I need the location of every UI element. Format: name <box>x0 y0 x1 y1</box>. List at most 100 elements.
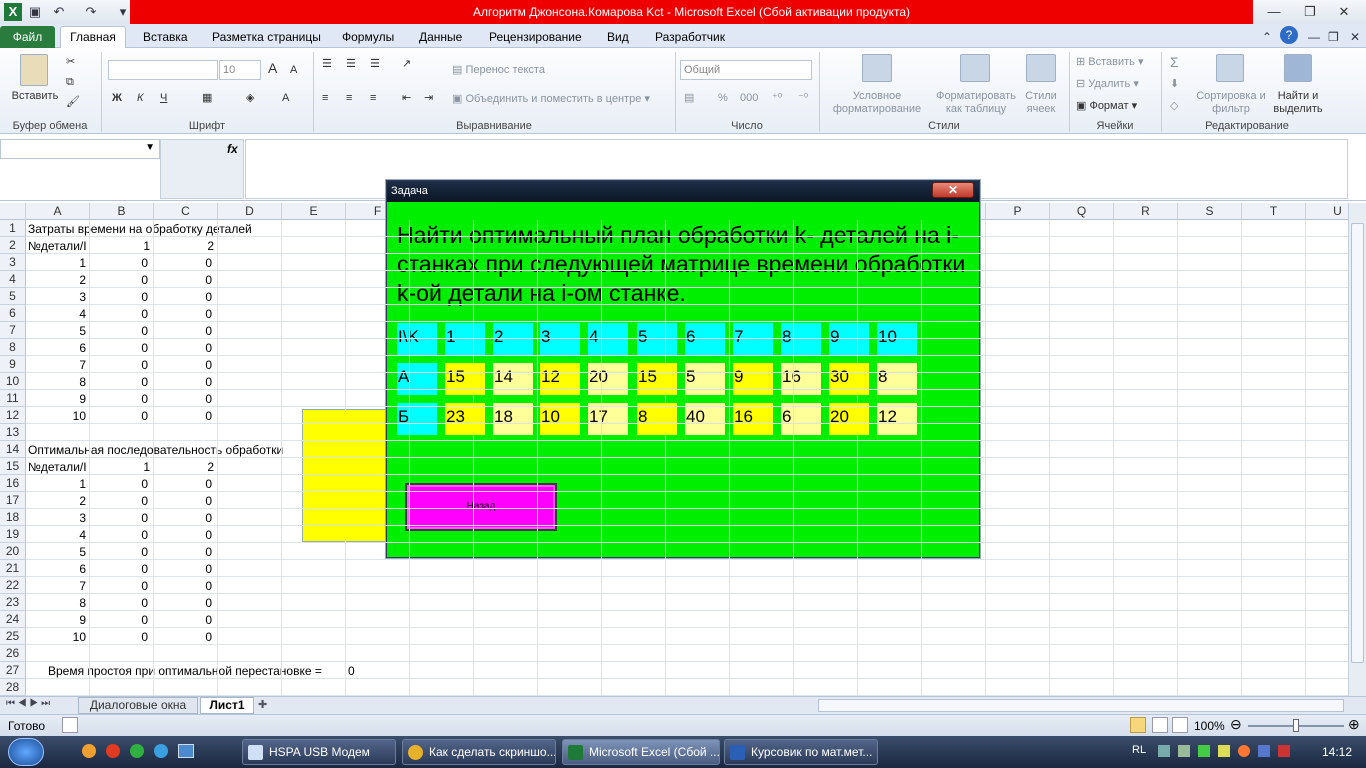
tray-volume-icon[interactable] <box>1178 745 1190 757</box>
bold-button[interactable]: Ж <box>112 92 122 105</box>
page-layout-view-icon[interactable] <box>1152 717 1168 733</box>
sheet-tab-dialogs[interactable]: Диалоговые окна <box>78 697 198 714</box>
row-header-3[interactable]: 3 <box>0 254 26 271</box>
orientation-icon[interactable]: ↗ <box>402 58 411 71</box>
percent-button[interactable]: % <box>718 92 728 105</box>
help-icon[interactable]: ? <box>1280 26 1298 44</box>
new-sheet-icon[interactable]: ✚ <box>258 698 267 711</box>
tab-page-layout[interactable]: Разметка страницы <box>208 27 325 48</box>
align-bottom-icon[interactable]: ☰ <box>370 58 380 71</box>
chevron-down-icon[interactable]: ▼ <box>145 142 155 153</box>
conditional-format-icon[interactable] <box>862 54 892 82</box>
restore-icon[interactable]: ❐ <box>1296 2 1324 22</box>
row-header-17[interactable]: 17 <box>0 492 26 509</box>
doc-restore-icon[interactable]: ❐ <box>1324 27 1343 48</box>
doc-minimize-icon[interactable]: — <box>1304 27 1324 48</box>
cell-styles-icon[interactable] <box>1026 54 1056 82</box>
align-right-icon[interactable]: ≡ <box>370 92 376 105</box>
row-header-18[interactable]: 18 <box>0 509 26 526</box>
tray-download-icon[interactable] <box>1198 745 1210 757</box>
clear-icon[interactable]: ◇ <box>1170 100 1178 113</box>
zoom-slider-thumb[interactable] <box>1293 719 1299 732</box>
row-header-23[interactable]: 23 <box>0 594 26 611</box>
row-header-21[interactable]: 21 <box>0 560 26 577</box>
row-header-8[interactable]: 8 <box>0 339 26 356</box>
row-header-2[interactable]: 2 <box>0 237 26 254</box>
taskbar-item-chrome[interactable]: Как сделать скриншо... <box>402 739 556 765</box>
wrap-text-button[interactable]: ▤ Перенос текста <box>452 64 545 77</box>
number-format-box[interactable]: Общий <box>680 60 812 80</box>
fill-icon[interactable]: ⬇ <box>1170 78 1179 91</box>
taskbar-item-excel[interactable]: Microsoft Excel (Сбой ... <box>562 739 720 765</box>
tab-data[interactable]: Данные <box>415 27 466 48</box>
quicklaunch-1-icon[interactable] <box>82 744 96 758</box>
paste-icon[interactable] <box>20 54 48 86</box>
quicklaunch-4-icon[interactable] <box>154 744 168 758</box>
format-painter-icon[interactable]: 🖌 <box>66 96 80 109</box>
increase-decimal-icon[interactable]: ⁺⁰ <box>772 92 782 105</box>
row-header-10[interactable]: 10 <box>0 373 26 390</box>
underline-button[interactable]: Ч <box>160 92 167 105</box>
close-window-icon[interactable]: ✕ <box>1330 2 1358 22</box>
row-header-12[interactable]: 12 <box>0 407 26 424</box>
shrink-font-icon[interactable]: A <box>290 64 297 77</box>
row-header-25[interactable]: 25 <box>0 628 26 645</box>
fill-color-icon[interactable]: ◈ <box>246 92 254 105</box>
grow-font-icon[interactable]: A <box>268 61 277 75</box>
font-name-box[interactable] <box>108 60 218 80</box>
undo-icon[interactable]: ↶ <box>50 3 68 21</box>
tab-developer[interactable]: Разработчик <box>651 27 729 48</box>
row-header-13[interactable]: 13 <box>0 424 26 441</box>
format-table-icon[interactable] <box>960 54 990 82</box>
tab-file[interactable]: Файл <box>0 26 55 48</box>
redo-icon[interactable]: ↷ <box>82 3 100 21</box>
find-select-button[interactable]: Найти и выделить <box>1266 90 1330 116</box>
save-icon[interactable]: ▣ <box>26 3 44 21</box>
yellow-shape[interactable] <box>302 409 392 542</box>
column-header-t[interactable]: T <box>1242 203 1306 220</box>
quicklaunch-2-icon[interactable] <box>106 744 120 758</box>
currency-icon[interactable]: ▤ <box>684 92 694 105</box>
sort-filter-icon[interactable] <box>1216 54 1244 82</box>
taskbar-item-word[interactable]: Курсовик по мат.мет... <box>724 739 878 765</box>
row-header-1[interactable]: 1 <box>0 220 26 237</box>
align-middle-icon[interactable]: ☰ <box>346 58 356 71</box>
tab-insert[interactable]: Вставка <box>139 27 192 48</box>
row-header-14[interactable]: 14 <box>0 441 26 458</box>
sheet-nav-icon[interactable]: ⏮ ◀ ▶ ⏭ <box>6 698 50 709</box>
sheet-tab-list1[interactable]: Лист1 <box>200 697 254 714</box>
doc-close-icon[interactable]: ✕ <box>1346 27 1364 48</box>
row-header-24[interactable]: 24 <box>0 611 26 628</box>
tray-security-icon[interactable] <box>1218 745 1230 757</box>
row-header-28[interactable]: 28 <box>0 679 26 696</box>
copy-icon[interactable]: ⧉ <box>66 76 74 89</box>
borders-icon[interactable]: ▦ <box>202 92 212 105</box>
macro-record-icon[interactable] <box>62 717 78 733</box>
cell-styles-button[interactable]: Стили ячеек <box>1018 90 1064 116</box>
zoom-in-icon[interactable]: ⊕ <box>1348 716 1360 733</box>
column-header-r[interactable]: R <box>1114 203 1178 220</box>
format-cells-button[interactable]: ▣ Формат ▾ <box>1076 100 1137 113</box>
increase-indent-icon[interactable]: ⇥ <box>424 92 433 105</box>
row-header-4[interactable]: 4 <box>0 271 26 288</box>
align-left-icon[interactable]: ≡ <box>322 92 328 105</box>
page-break-view-icon[interactable] <box>1172 717 1188 733</box>
row-header-26[interactable]: 26 <box>0 645 26 662</box>
tray-network-icon[interactable] <box>1158 745 1170 757</box>
quicklaunch-3-icon[interactable] <box>130 744 144 758</box>
column-header-q[interactable]: Q <box>1050 203 1114 220</box>
find-select-icon[interactable] <box>1284 54 1312 82</box>
insert-cells-button[interactable]: ⊞ Вставить ▾ <box>1076 56 1144 69</box>
taskbar-item-modem[interactable]: HSPA USB Модем <box>242 739 396 765</box>
column-header-d[interactable]: D <box>218 203 282 220</box>
format-as-table-button[interactable]: Форматировать как таблицу <box>932 90 1020 116</box>
sort-filter-button[interactable]: Сортировка и фильтр <box>1196 90 1266 116</box>
paste-button[interactable]: Вставить <box>8 90 62 103</box>
show-desktop-icon[interactable] <box>178 744 194 758</box>
function-icon[interactable]: fx <box>227 142 238 156</box>
zoom-out-icon[interactable]: ⊖ <box>1230 716 1242 733</box>
row-header-15[interactable]: 15 <box>0 458 26 475</box>
tab-view[interactable]: Вид <box>603 27 633 48</box>
start-button-icon[interactable] <box>8 738 44 766</box>
merge-center-button[interactable]: ▣ Объединить и поместить в центре ▾ <box>452 93 650 106</box>
